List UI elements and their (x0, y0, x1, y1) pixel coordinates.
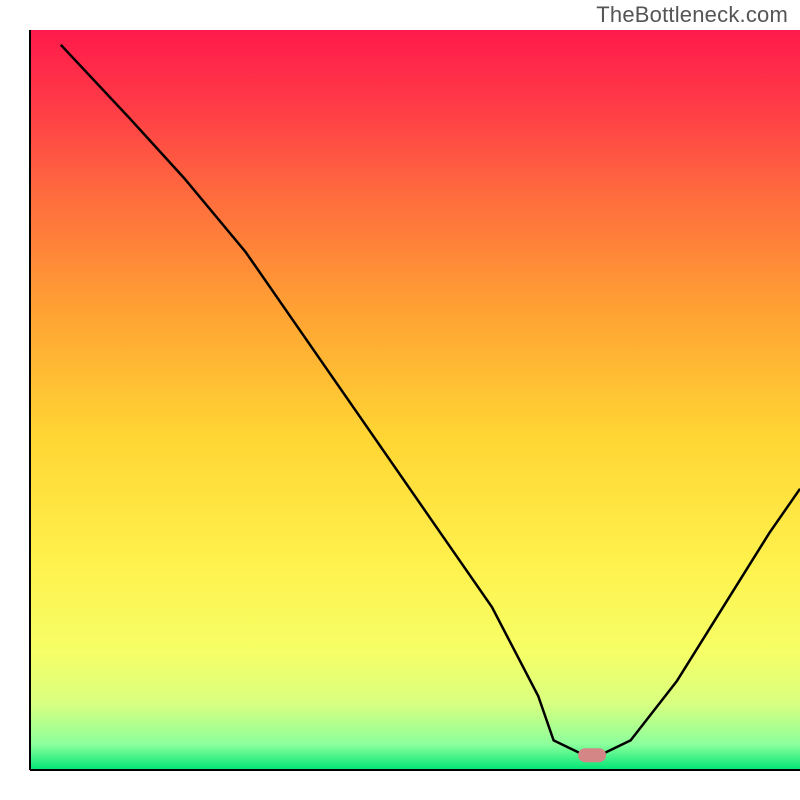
chart-canvas: TheBottleneck.com (0, 0, 800, 800)
plot-background (30, 30, 800, 770)
chart-svg (0, 0, 800, 800)
optimal-marker (578, 748, 606, 762)
watermark-text: TheBottleneck.com (596, 2, 788, 28)
